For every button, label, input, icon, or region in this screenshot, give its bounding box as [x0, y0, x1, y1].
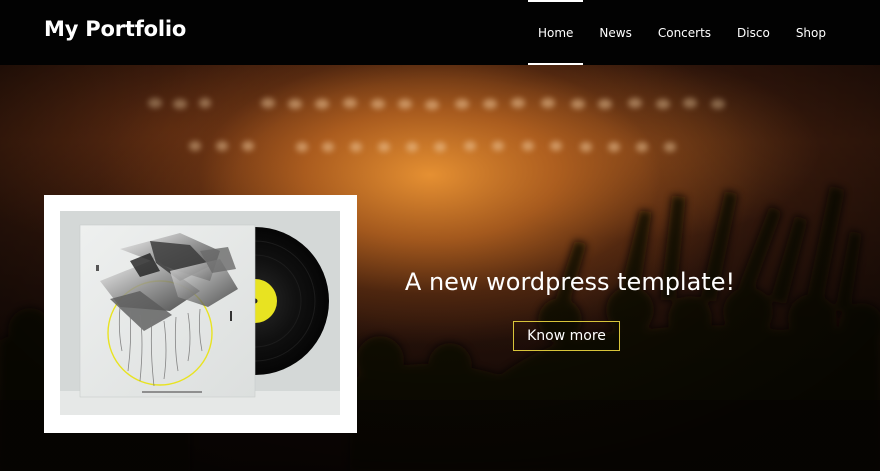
page: My Portfolio Home News Concerts Disco Sh…	[0, 0, 880, 471]
nav-item-disco[interactable]: Disco	[727, 0, 780, 65]
hero-title: A new wordpress template!	[404, 268, 736, 296]
know-more-button[interactable]: Know more	[513, 321, 620, 351]
album-image-card	[44, 195, 357, 433]
nav-item-shop[interactable]: Shop	[786, 0, 836, 65]
nav-item-home[interactable]: Home	[527, 0, 584, 65]
site-logo[interactable]: My Portfolio	[44, 17, 186, 41]
album-photo	[60, 211, 340, 415]
nav-item-news[interactable]: News	[589, 0, 641, 65]
vinyl-record-image	[60, 211, 340, 415]
main-nav: Home News Concerts Disco Shop	[522, 0, 836, 65]
nav-item-concerts[interactable]: Concerts	[648, 0, 721, 65]
site-header: My Portfolio Home News Concerts Disco Sh…	[0, 0, 880, 65]
